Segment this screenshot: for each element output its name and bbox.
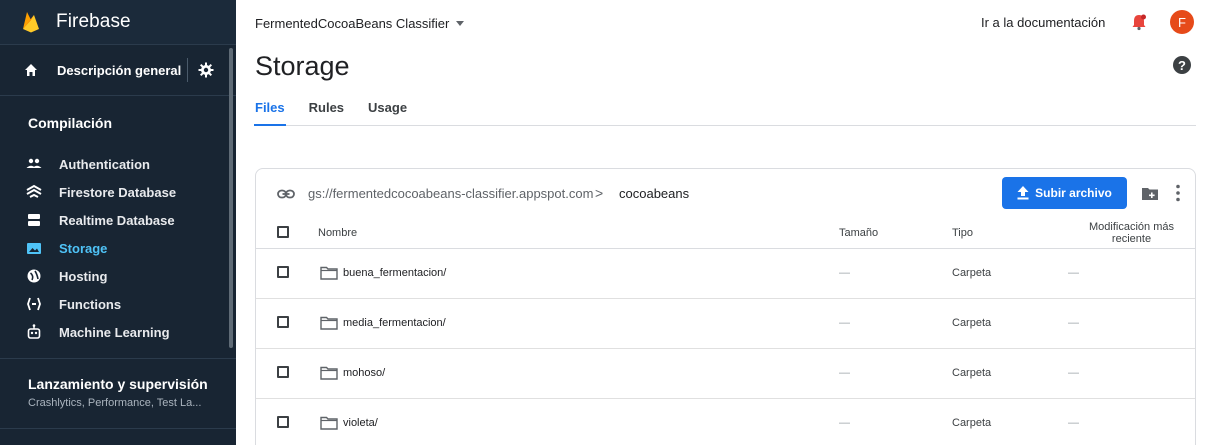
storage-browser-card: gs://fermentedcocoabeans-classifier.apps… [255, 168, 1196, 445]
select-all-checkbox[interactable] [277, 225, 289, 238]
row-checkbox[interactable] [277, 415, 289, 428]
project-selector[interactable]: FermentedCocoaBeans Classifier [255, 16, 465, 31]
table-header-row: Nombre Tamaño Tipo Modificación más reci… [256, 219, 1195, 248]
section-title: Compilación [28, 115, 113, 131]
sidebar-item-storage[interactable]: Storage [0, 234, 236, 262]
file-name[interactable]: media_fermentacion/ [343, 317, 446, 329]
file-type: Carpeta [952, 417, 992, 429]
file-type: Carpeta [952, 367, 992, 379]
table-row[interactable]: mohoso/ — Carpeta — [256, 348, 1195, 398]
row-checkbox[interactable] [277, 365, 289, 378]
breadcrumb-current-folder[interactable]: cocoabeans [619, 186, 689, 201]
file-size: — [839, 367, 850, 379]
avatar[interactable]: F [1170, 10, 1194, 34]
folder-icon [320, 316, 338, 330]
new-folder-icon[interactable] [1142, 186, 1158, 200]
launch-subtitle: Crashlytics, Performance, Test La... [28, 397, 202, 409]
upload-file-label: Subir archivo [1035, 186, 1112, 200]
upload-file-button[interactable]: Subir archivo [1002, 177, 1127, 209]
firebase-logo-icon [23, 12, 39, 33]
file-modified: — [1068, 267, 1079, 279]
files-table: Nombre Tamaño Tipo Modificación más reci… [256, 219, 1195, 445]
project-overview[interactable]: Descripción general del proyecto [0, 44, 236, 96]
tab-usage[interactable]: Usage [368, 100, 407, 125]
row-checkbox[interactable] [277, 315, 289, 328]
divider [0, 358, 236, 359]
gear-icon[interactable] [198, 62, 214, 78]
docs-link[interactable]: Ir a la documentación [981, 15, 1105, 30]
column-size[interactable]: Tamaño [839, 219, 952, 248]
sidebar-item-label: Machine Learning [59, 324, 170, 340]
brand-header[interactable]: Firebase [0, 0, 236, 44]
table-row[interactable]: violeta/ — Carpeta — [256, 398, 1195, 445]
folder-icon [320, 366, 338, 380]
bucket-path[interactable]: gs://fermentedcocoabeans-classifier.apps… [308, 186, 593, 201]
divider [187, 58, 188, 82]
sidebar-item-hosting[interactable]: Hosting [0, 262, 236, 290]
divider [0, 428, 236, 429]
file-name[interactable]: violeta/ [343, 417, 378, 429]
file-size: — [839, 317, 850, 329]
file-type: Carpeta [952, 267, 992, 279]
sidebar-item-machine-learning[interactable]: Machine Learning [0, 318, 236, 346]
sidebar-item-firestore[interactable]: Firestore Database [0, 178, 236, 206]
folder-icon [320, 416, 338, 430]
tab-bar: Files Rules Usage [254, 100, 1196, 126]
sidebar: Firebase Descripción general del proyect… [0, 0, 236, 445]
column-type[interactable]: Tipo [952, 219, 1068, 248]
file-size: — [839, 417, 850, 429]
more-vert-icon[interactable] [1176, 184, 1180, 202]
chevron-right-icon: > [595, 185, 604, 201]
file-modified: — [1068, 367, 1079, 379]
help-icon[interactable]: ? [1173, 56, 1191, 74]
column-name[interactable]: Nombre [318, 219, 839, 248]
sidebar-scrollbar[interactable] [229, 48, 233, 348]
launch-section[interactable]: Lanzamiento y supervisión Crashlytics, P… [28, 376, 208, 409]
folder-icon [320, 266, 338, 280]
row-checkbox[interactable] [277, 265, 289, 278]
upload-icon [1017, 186, 1029, 200]
people-icon [26, 158, 42, 168]
project-overview-label: Descripción general del proyecto [57, 62, 185, 78]
file-size: — [839, 267, 850, 279]
table-row[interactable]: buena_fermentacion/ — Carpeta — [256, 248, 1195, 298]
home-icon [25, 64, 37, 76]
file-type: Carpeta [952, 317, 992, 329]
sidebar-item-label: Functions [59, 296, 122, 312]
notification-bell-icon[interactable] [1130, 13, 1148, 31]
table-row[interactable]: media_fermentacion/ — Carpeta — [256, 298, 1195, 348]
top-bar: FermentedCocoaBeans Classifier Ir a la d… [236, 0, 1216, 44]
sidebar-item-realtime-database[interactable]: Realtime Database [0, 206, 236, 234]
file-modified: — [1068, 317, 1079, 329]
path-bar: gs://fermentedcocoabeans-classifier.apps… [256, 169, 1195, 219]
chevron-down-icon [456, 21, 465, 26]
sidebar-item-functions[interactable]: Functions [0, 290, 236, 318]
sidebar-item-label: Firestore Database [59, 184, 177, 200]
page-title: Storage [255, 51, 350, 81]
sidebar-item-label: Storage [59, 240, 108, 256]
tab-rules[interactable]: Rules [309, 100, 344, 125]
file-modified: — [1068, 417, 1079, 429]
sidebar-item-label: Authentication [59, 156, 150, 172]
link-icon[interactable] [277, 187, 295, 201]
file-name[interactable]: buena_fermentacion/ [343, 267, 446, 279]
project-name: FermentedCocoaBeans Classifier [255, 16, 450, 31]
launch-title: Lanzamiento y supervisión [28, 376, 208, 392]
nav-list: Authentication Firestore Database Realti… [0, 150, 236, 346]
sidebar-item-label: Hosting [59, 268, 108, 284]
sidebar-item-label: Realtime Database [59, 212, 175, 228]
column-modified[interactable]: Modificación más reciente [1068, 219, 1195, 248]
brand-title: Firebase [56, 11, 131, 32]
file-name[interactable]: mohoso/ [343, 367, 385, 379]
firestore-icon [26, 184, 42, 198]
storage-icon [27, 243, 41, 254]
tab-files[interactable]: Files [254, 100, 286, 126]
database-icon [28, 214, 40, 226]
sidebar-item-authentication[interactable]: Authentication [0, 150, 236, 178]
robot-icon [27, 324, 41, 339]
hosting-icon [27, 269, 41, 283]
functions-icon [27, 297, 41, 311]
